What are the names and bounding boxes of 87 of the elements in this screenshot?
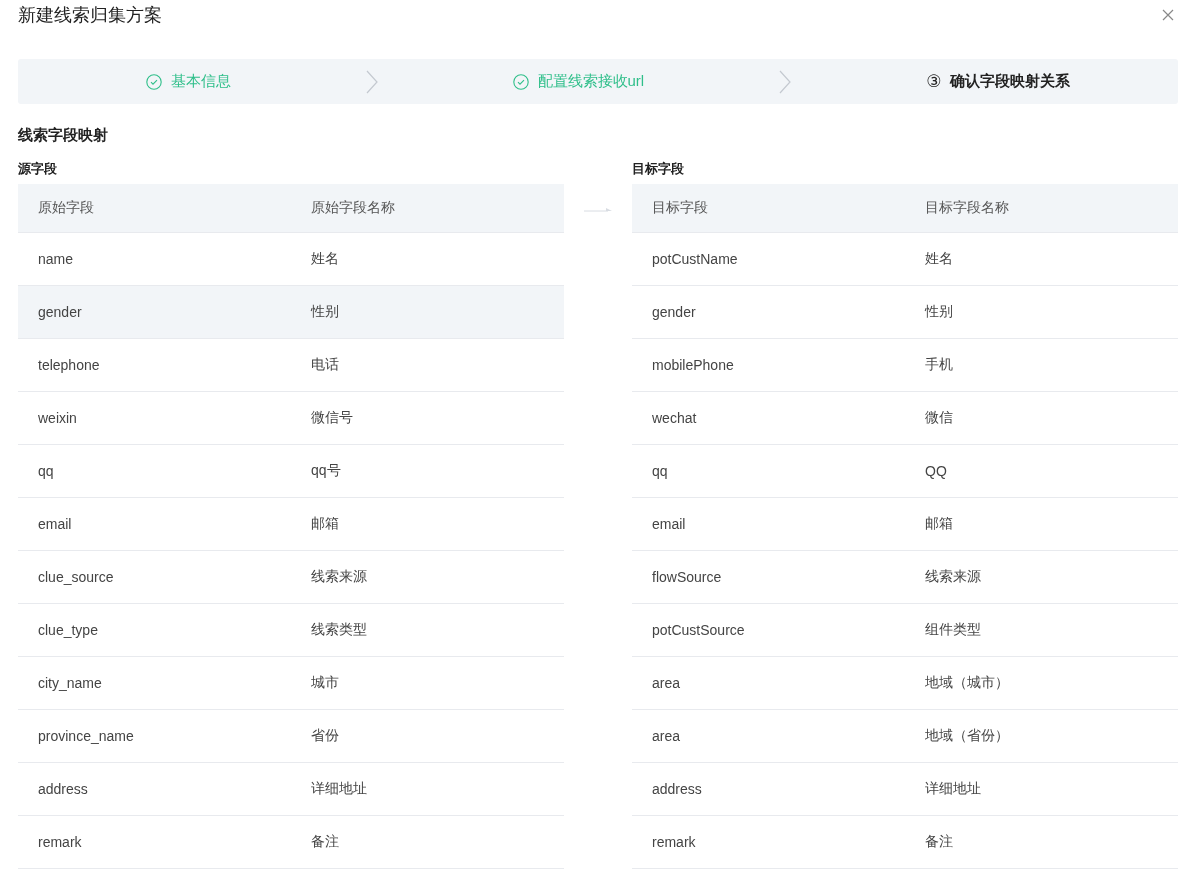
table-cell-text: 地域（省份） — [924, 727, 1010, 745]
table-cell-text: 组件类型 — [924, 621, 982, 639]
table-row[interactable]: address 详细地址 — [632, 763, 1178, 816]
table-row[interactable]: area 地域（城市） — [632, 657, 1178, 710]
arrow-right-icon — [584, 208, 612, 214]
step-label: 确认字段映射关系 — [950, 72, 1071, 91]
table-cell-text: 性别 — [309, 303, 340, 321]
table-row[interactable]: gender 性别 — [18, 286, 564, 339]
table-row[interactable]: wechat 微信 — [632, 392, 1178, 445]
table-cell-text: gender — [651, 304, 697, 320]
table-cell-text: mobilePhone — [651, 357, 735, 373]
table-row[interactable]: area 地域（省份） — [632, 710, 1178, 763]
dialog-title: 新建线索归集方案 — [18, 3, 162, 27]
table-cell-text: 详细地址 — [310, 780, 368, 798]
table-cell-text: 省份 — [310, 727, 340, 745]
table-cell-text: 性别 — [923, 303, 954, 321]
table-cell-text: potCustName — [651, 251, 739, 267]
table-cell-text: 线索来源 — [310, 568, 368, 586]
table-cell-text: remark — [651, 834, 697, 850]
table-row[interactable]: city_name 城市 — [18, 657, 564, 710]
table-cell-text: 备注 — [924, 833, 954, 851]
table-cell-text: wechat — [651, 410, 698, 426]
table-row[interactable]: address 详细地址 — [18, 763, 564, 816]
table-row[interactable]: flowSource 线索来源 — [632, 551, 1178, 604]
close-icon[interactable] — [1162, 8, 1174, 21]
table-row[interactable]: mobilePhone 手机 — [632, 339, 1178, 392]
table-cell-text: gender — [37, 304, 83, 320]
table-cell-text: qq — [651, 463, 669, 479]
table-row[interactable]: remark 备注 — [632, 816, 1178, 869]
table-cell-text: 姓名 — [924, 250, 954, 268]
table-row[interactable]: clue_source 线索来源 — [18, 551, 564, 604]
column-header: 原始字段名称 — [310, 199, 396, 217]
table-cell-text: 地域（城市） — [924, 674, 1010, 692]
step-label: 基本信息 — [170, 72, 231, 91]
table-cell-text: weixin — [37, 410, 78, 426]
table-cell-text: 微信 — [924, 409, 954, 427]
step-label: 配置线索接收url — [537, 72, 645, 91]
chevron-right-icon — [365, 69, 378, 94]
table-cell-text: 邮箱 — [310, 515, 340, 533]
table-cell-text: flowSource — [651, 569, 723, 585]
column-header: 原始字段 — [37, 199, 95, 217]
table-cell-text: city_name — [37, 675, 103, 691]
table-row[interactable]: weixin 微信号 — [18, 392, 564, 445]
table-row[interactable]: clue_type 线索类型 — [18, 604, 564, 657]
chevron-right-icon — [779, 69, 792, 94]
table-title: 目标字段 — [632, 160, 685, 178]
table-row[interactable]: telephone 电话 — [18, 339, 564, 392]
table-row[interactable]: province_name 省份 — [18, 710, 564, 763]
table-cell-text: 详细地址 — [924, 780, 982, 798]
table-cell-text: clue_type — [37, 622, 99, 638]
table-cell-text: QQ — [924, 463, 948, 479]
table-cell-text: email — [651, 516, 687, 532]
table-cell-text: 备注 — [310, 833, 340, 851]
table-cell-text: telephone — [37, 357, 101, 373]
column-header: 目标字段 — [651, 199, 709, 217]
table-title: 源字段 — [18, 160, 58, 178]
table-row[interactable]: qq QQ — [632, 445, 1178, 498]
table-row[interactable]: email 邮箱 — [18, 498, 564, 551]
table-row[interactable]: potCustName 姓名 — [632, 233, 1178, 286]
table-cell-text: 邮箱 — [924, 515, 954, 533]
table-cell-text: potCustSource — [651, 622, 746, 638]
table-cell-text: 线索来源 — [924, 568, 982, 586]
table-cell-text: 线索类型 — [310, 621, 368, 639]
table-cell-text: remark — [37, 834, 83, 850]
table-cell-text: address — [37, 781, 89, 797]
table-row[interactable]: email 邮箱 — [632, 498, 1178, 551]
table-cell-text: 手机 — [924, 356, 954, 374]
table-row[interactable]: remark 备注 — [18, 816, 564, 869]
table-cell-text: qq号 — [310, 462, 342, 480]
table-cell-text: 微信号 — [310, 409, 354, 427]
table-cell-text: area — [651, 728, 682, 744]
step-number: ③ — [926, 71, 942, 92]
column-header: 目标字段名称 — [924, 199, 1010, 217]
table-cell-text: 城市 — [310, 674, 340, 692]
table-cell-text: 姓名 — [310, 250, 340, 268]
table-cell-text: province_name — [37, 728, 135, 744]
table-cell-text: area — [651, 675, 682, 691]
table-cell-text: name — [37, 251, 75, 267]
table-row[interactable]: qq qq号 — [18, 445, 564, 498]
table-row[interactable]: gender 性别 — [632, 286, 1178, 339]
table-row[interactable]: potCustSource 组件类型 — [632, 604, 1178, 657]
section-title: 线索字段映射 — [18, 126, 109, 145]
table-cell-text: clue_source — [37, 569, 115, 585]
table-cell-text: email — [37, 516, 73, 532]
table-cell-text: address — [651, 781, 703, 797]
table-cell-text: qq — [37, 463, 55, 479]
table-cell-text: 电话 — [310, 356, 340, 374]
